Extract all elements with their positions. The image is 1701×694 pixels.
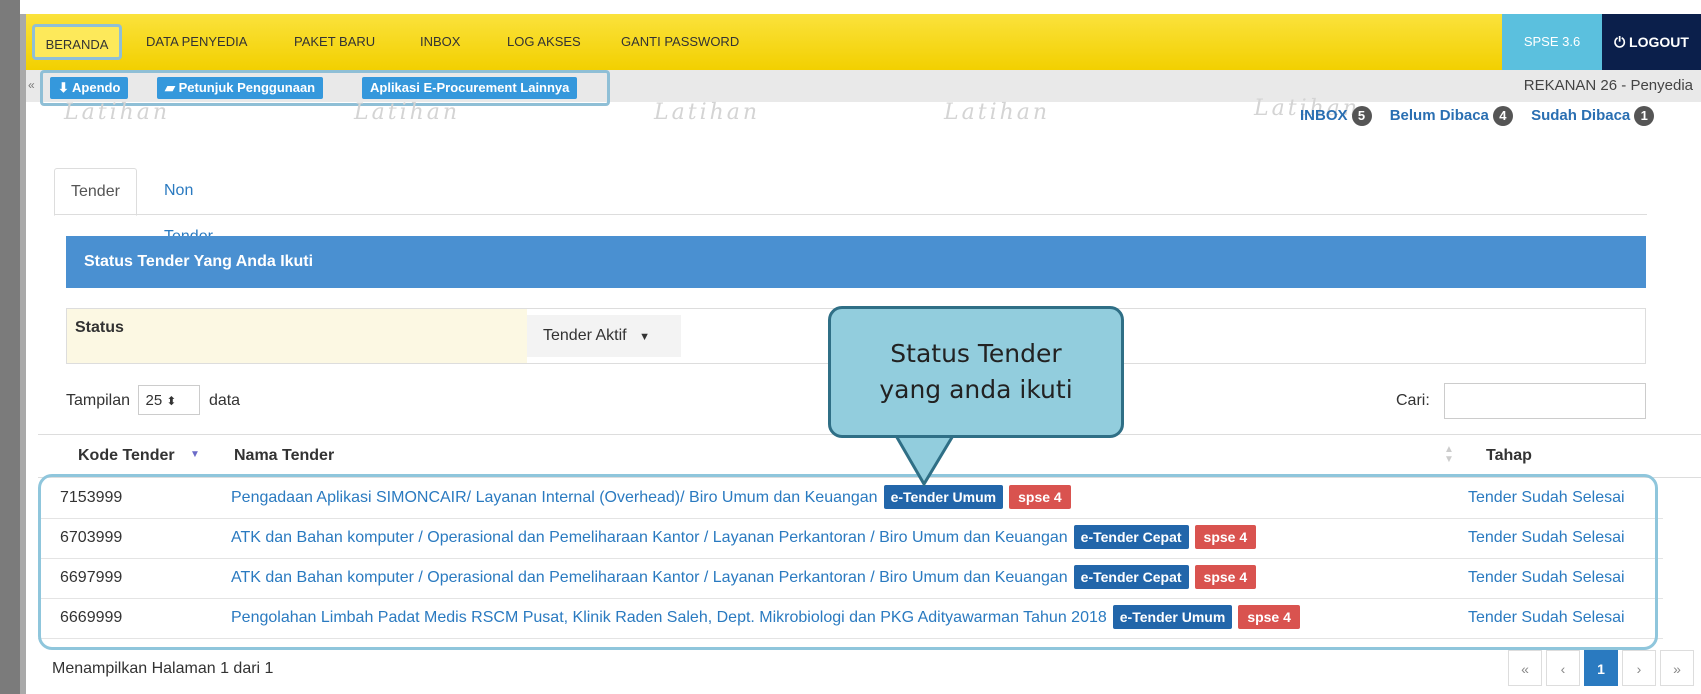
apendo-label: Apendo bbox=[72, 80, 121, 95]
top-navbar: BERANDA DATA PENYEDIA PAKET BARU INBOX L… bbox=[26, 14, 1701, 70]
watermark: Latihan bbox=[354, 100, 461, 125]
download-icon: ⬇ bbox=[58, 80, 73, 95]
tab-non-tender[interactable]: Non Tender bbox=[148, 168, 229, 245]
length-suffix: data bbox=[208, 392, 241, 409]
status-dropdown[interactable]: Tender Aktif ▼ bbox=[527, 315, 681, 357]
book-icon: ▰ bbox=[165, 80, 179, 95]
row-code: 6697999 bbox=[60, 569, 123, 586]
table-row: 7153999 Pengadaan Aplikasi SIMONCAIR/ La… bbox=[38, 478, 1663, 519]
search-label: Cari: bbox=[1396, 392, 1430, 409]
tender-name-link[interactable]: ATK dan Bahan komputer / Operasional dan… bbox=[231, 529, 1068, 546]
nav-ganti-password[interactable]: GANTI PASSWORD bbox=[621, 14, 739, 70]
tahap-link[interactable]: Tender Sudah Selesai bbox=[1468, 598, 1625, 638]
sub-toolbar: « ⬇ Apendo ▰ Petunjuk Penggunaan Aplikas… bbox=[26, 70, 1701, 106]
header-nama-tender[interactable]: Nama Tender bbox=[234, 435, 334, 477]
page-length-value: 25 bbox=[145, 392, 163, 409]
table-row: 6703999 ATK dan Bahan komputer / Operasi… bbox=[38, 518, 1663, 559]
table-row: 6669999 Pengolahan Limbah Padat Medis RS… bbox=[38, 598, 1663, 639]
tender-name-link[interactable]: Pengolahan Limbah Padat Medis RSCM Pusat… bbox=[231, 609, 1107, 626]
unread-link[interactable]: Belum Dibaca bbox=[1390, 107, 1489, 124]
spse-label: spse 4 bbox=[1238, 605, 1300, 629]
tab-tender[interactable]: Tender bbox=[54, 168, 137, 216]
tahap-link[interactable]: Tender Sudah Selesai bbox=[1468, 558, 1625, 598]
nav-beranda[interactable]: BERANDA bbox=[32, 24, 122, 60]
page-length-select[interactable]: 25 ⬍ bbox=[138, 385, 201, 415]
sort-updown-icon: ⬍ bbox=[166, 394, 177, 408]
tender-type-label: e-Tender Umum bbox=[1112, 605, 1233, 629]
callout-box: Status Tender yang anda ikuti bbox=[828, 306, 1124, 438]
eproc-lainnya-button[interactable]: Aplikasi E-Procurement Lainnya bbox=[362, 77, 578, 99]
pager-last[interactable]: » bbox=[1660, 650, 1694, 686]
user-label: REKANAN 26 - Penyedia bbox=[1523, 77, 1693, 94]
tender-type-label: e-Tender Cepat bbox=[1073, 565, 1189, 589]
tab-divider bbox=[54, 214, 1647, 215]
header-tahap[interactable]: Tahap bbox=[1486, 435, 1532, 477]
spse-label: spse 4 bbox=[1009, 485, 1071, 509]
callout-line-2: yang anda ikuti bbox=[879, 375, 1073, 404]
read-count-badge: 1 bbox=[1634, 106, 1655, 126]
pager-next[interactable]: › bbox=[1622, 650, 1656, 686]
row-name-cell: Pengadaan Aplikasi SIMONCAIR/ Layanan In… bbox=[231, 478, 1071, 518]
window-left-edge-inner bbox=[20, 14, 26, 694]
pager-page-1[interactable]: 1 bbox=[1584, 650, 1618, 686]
panel-title: Status Tender Yang Anda Ikuti bbox=[66, 236, 1646, 288]
window-left-edge bbox=[0, 0, 20, 694]
row-code: 6703999 bbox=[60, 529, 123, 546]
inbox-counters: INBOX 5 Belum Dibaca 4 Sudah Dibaca 1 bbox=[1300, 106, 1655, 130]
search-input[interactable] bbox=[1444, 383, 1646, 419]
spse-version-button[interactable]: SPSE 3.6 bbox=[1502, 14, 1602, 70]
page-length-control: Tampilan 25 ⬍ data bbox=[66, 385, 240, 417]
watermark: Latihan bbox=[654, 100, 761, 125]
read-link[interactable]: Sudah Dibaca bbox=[1531, 107, 1630, 124]
tender-name-link[interactable]: ATK dan Bahan komputer / Operasional dan… bbox=[231, 569, 1068, 586]
pager-prev[interactable]: ‹ bbox=[1546, 650, 1580, 686]
nav-paket-baru[interactable]: PAKET BARU bbox=[294, 14, 375, 70]
tahap-link[interactable]: Tender Sudah Selesai bbox=[1468, 518, 1625, 558]
caret-down-icon: ▼ bbox=[639, 331, 650, 343]
watermark: Latihan bbox=[944, 100, 1051, 125]
pager-first[interactable]: « bbox=[1508, 650, 1542, 686]
sort-both-icon: ▲ ▼ bbox=[1444, 444, 1454, 465]
row-name-cell: ATK dan Bahan komputer / Operasional dan… bbox=[231, 518, 1257, 558]
inbox-link[interactable]: INBOX bbox=[1300, 107, 1348, 124]
tender-name-link[interactable]: Pengadaan Aplikasi SIMONCAIR/ Layanan In… bbox=[231, 489, 878, 506]
window-top-edge bbox=[0, 0, 1701, 14]
pagination-info: Menampilkan Halaman 1 dari 1 bbox=[52, 660, 274, 677]
logout-button[interactable]: ⏻ LOGOUT bbox=[1602, 14, 1701, 70]
sort-desc-icon: ▼ bbox=[190, 449, 200, 460]
status-label: Status bbox=[67, 309, 527, 363]
status-value: Tender Aktif bbox=[543, 327, 627, 344]
spse-label: spse 4 bbox=[1194, 525, 1257, 549]
row-name-cell: Pengolahan Limbah Padat Medis RSCM Pusat… bbox=[231, 598, 1300, 638]
collapse-icon[interactable]: « bbox=[28, 78, 35, 92]
callout-line-1: Status Tender bbox=[890, 339, 1062, 368]
table-header: Kode Tender ▼ Nama Tender ▲ ▼ Tahap bbox=[38, 434, 1701, 478]
logout-label: LOGOUT bbox=[1629, 34, 1689, 50]
nav-data-penyedia[interactable]: DATA PENYEDIA bbox=[146, 14, 247, 70]
petunjuk-button[interactable]: ▰ Petunjuk Penggunaan bbox=[157, 77, 324, 99]
power-icon: ⏻ bbox=[1614, 34, 1630, 50]
row-code: 6669999 bbox=[60, 609, 123, 626]
unread-count-badge: 4 bbox=[1492, 106, 1513, 126]
row-code: 7153999 bbox=[60, 489, 123, 506]
length-prefix: Tampilan bbox=[66, 392, 131, 409]
row-name-cell: ATK dan Bahan komputer / Operasional dan… bbox=[231, 558, 1257, 598]
watermark: Latihan bbox=[64, 100, 171, 125]
apendo-button[interactable]: ⬇ Apendo bbox=[50, 77, 129, 99]
table-row: 6697999 ATK dan Bahan komputer / Operasi… bbox=[38, 558, 1663, 599]
nav-inbox[interactable]: INBOX bbox=[420, 14, 460, 70]
tender-type-label: e-Tender Umum bbox=[883, 485, 1004, 509]
inbox-count-badge: 5 bbox=[1351, 106, 1372, 126]
header-kode-tender[interactable]: Kode Tender bbox=[78, 435, 175, 477]
tahap-link[interactable]: Tender Sudah Selesai bbox=[1468, 478, 1625, 518]
nav-log-akses[interactable]: LOG AKSES bbox=[507, 14, 581, 70]
spse-label: spse 4 bbox=[1194, 565, 1257, 589]
petunjuk-label: Petunjuk Penggunaan bbox=[178, 80, 316, 95]
tender-type-label: e-Tender Cepat bbox=[1073, 525, 1189, 549]
